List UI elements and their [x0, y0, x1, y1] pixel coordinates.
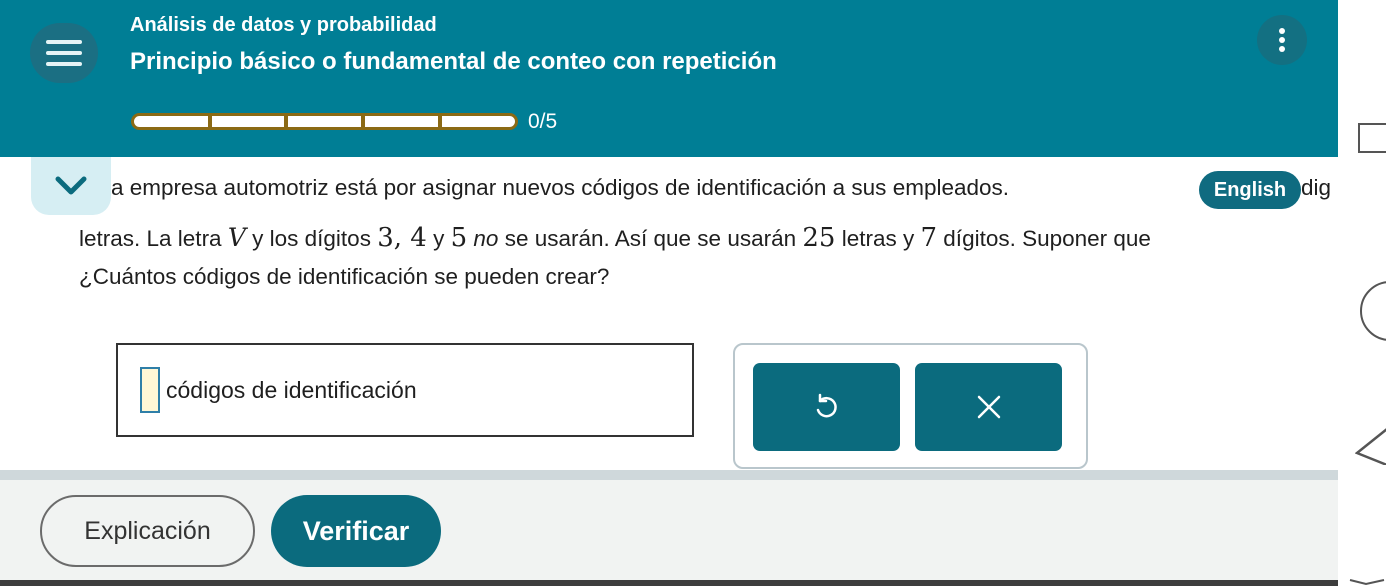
math-digit-5: 5 [450, 223, 468, 253]
text-span: letras y [835, 226, 921, 251]
text-span: letras. La letra [79, 226, 228, 251]
progress-segment-divider [284, 116, 288, 127]
vertical-dots-icon-dot [1279, 37, 1285, 43]
side-chevron-left-icon [1355, 428, 1386, 465]
side-square-shape [1358, 123, 1386, 153]
side-corner-shape [1349, 579, 1385, 586]
header-bar: Análisis de datos y probabilidad Princip… [0, 0, 1338, 157]
chevron-down-icon [55, 176, 87, 195]
answer-unit-label: códigos de identificación [166, 377, 417, 403]
text-span: se usarán. Así que se usarán [498, 226, 803, 251]
text-span: y los dígitos [245, 226, 378, 251]
progress-bar [131, 113, 518, 130]
problem-question: ¿Cuántos códigos de identificación se pu… [79, 264, 610, 289]
problem-line-1: a empresa automotriz está por asignar nu… [111, 175, 1010, 200]
math-digits-3-4: 3, 4 [377, 223, 427, 253]
undo-button[interactable] [753, 363, 900, 451]
undo-icon [816, 393, 837, 418]
math-number-25: 25 [802, 223, 836, 253]
subject-title: Análisis de datos y probabilidad [130, 14, 437, 36]
problem-line-1-tail: dig [1301, 175, 1332, 200]
bottom-edge-line [0, 580, 1338, 586]
collapse-button[interactable] [31, 157, 111, 215]
verify-button[interactable]: Verificar [271, 495, 441, 567]
vertical-dots-icon-dot [1279, 46, 1285, 52]
english-toggle-button[interactable]: English [1199, 171, 1301, 209]
progress-segment-divider [361, 116, 365, 127]
answer-box: códigos de identificación [116, 343, 694, 437]
math-letter-v: V [227, 223, 246, 252]
tool-panel [733, 343, 1088, 469]
topic-title: Principio básico o fundamental de conteo… [130, 48, 777, 75]
clear-button[interactable] [915, 363, 1062, 451]
more-options-button[interactable] [1257, 15, 1307, 65]
hamburger-menu-icon-bar [46, 51, 82, 55]
math-number-7: 7 [920, 223, 938, 253]
hamburger-menu-icon-bar [46, 62, 82, 66]
menu-button[interactable] [30, 23, 98, 83]
emphasis-no: no [473, 226, 499, 251]
vertical-dots-icon [1279, 28, 1285, 34]
progress-counter: 0/5 [528, 110, 558, 133]
close-icon [977, 395, 1000, 419]
hamburger-menu-icon [46, 40, 82, 44]
text-span: dígitos. Suponer que [937, 226, 1151, 251]
progress-segment-divider [208, 116, 212, 127]
answer-input[interactable] [140, 367, 160, 413]
side-circle-shape [1360, 281, 1386, 341]
problem-line-2: letras. La letra V y los dígitos 3, 4 y … [79, 223, 1151, 253]
explanation-button[interactable]: Explicación [40, 495, 255, 567]
text-span: y [426, 226, 451, 251]
progress-segment-divider [438, 116, 442, 127]
footer-divider [0, 470, 1338, 480]
